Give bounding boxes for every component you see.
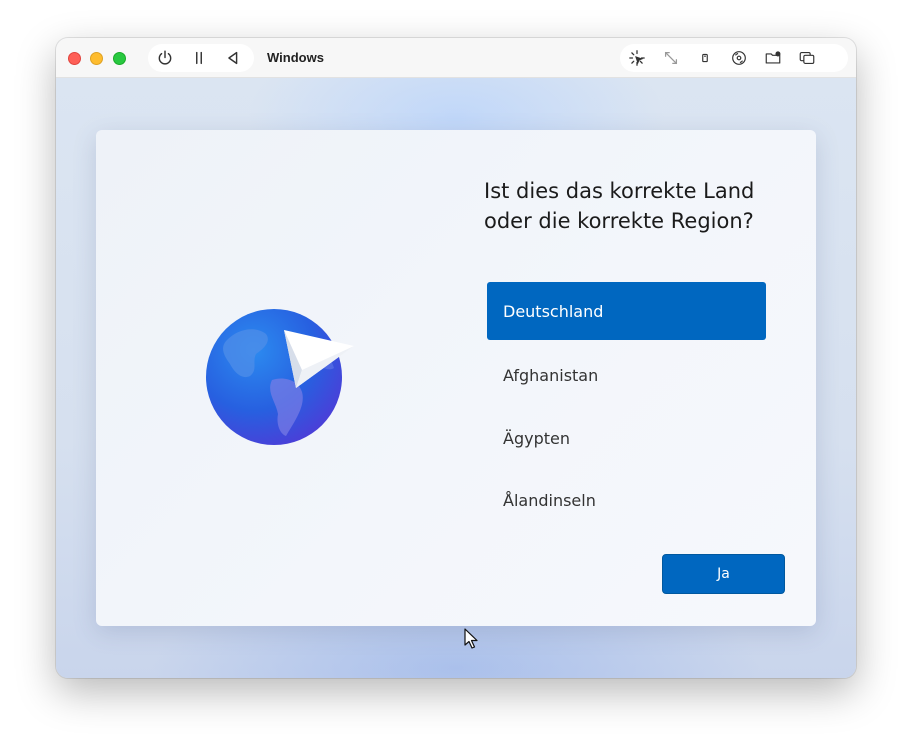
mouse-cursor-icon — [464, 628, 478, 649]
vm-window: Windows Ist dies das korrekte Land oder … — [56, 38, 856, 678]
pause-icon[interactable] — [182, 44, 216, 72]
zoom-window-button[interactable] — [113, 52, 126, 65]
country-option-alandinseln[interactable]: Ålandinseln — [487, 471, 766, 529]
oobe-region-dialog: Ist dies das korrekte Land oder die korr… — [96, 130, 816, 626]
region-question-heading: Ist dies das korrekte Land oder die korr… — [484, 179, 755, 233]
cursor-capture-icon[interactable] — [620, 44, 654, 72]
globe-illustration — [206, 306, 356, 446]
vm-controls-right — [620, 44, 848, 72]
country-option-afghanistan[interactable]: Afghanistan — [487, 346, 766, 404]
shared-folder-icon[interactable] — [756, 44, 790, 72]
close-window-button[interactable] — [68, 52, 81, 65]
title-bar: Windows — [56, 38, 856, 78]
window-title: Windows — [267, 50, 324, 65]
guest-desktop: Ist dies das korrekte Land oder die korr… — [56, 78, 856, 678]
minimize-window-button[interactable] — [90, 52, 103, 65]
country-option-aegypten[interactable]: Ägypten — [487, 409, 766, 467]
power-icon[interactable] — [148, 44, 182, 72]
windows-icon[interactable] — [790, 44, 824, 72]
cd-icon[interactable] — [722, 44, 756, 72]
country-option-deutschland[interactable]: Deutschland — [487, 282, 766, 340]
confirm-button[interactable]: Ja — [662, 554, 785, 594]
vm-controls-left — [148, 44, 254, 72]
back-icon[interactable] — [216, 44, 250, 72]
fullscreen-icon[interactable] — [654, 44, 688, 72]
usb-icon[interactable] — [688, 44, 722, 72]
